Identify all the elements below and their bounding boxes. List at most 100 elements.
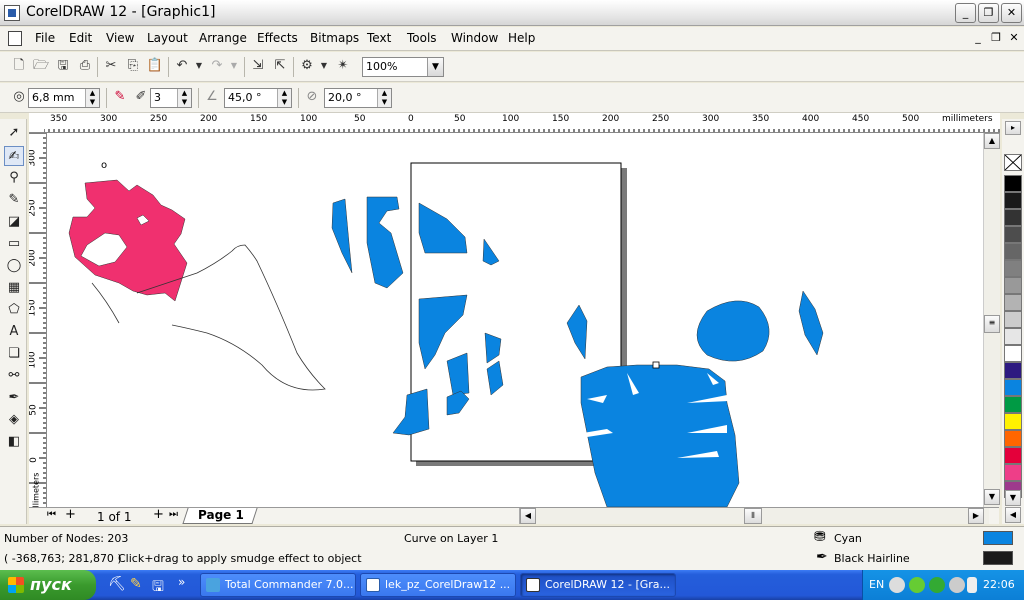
no-fill-swatch[interactable] — [1004, 154, 1022, 171]
freehand-tool-icon[interactable]: ✎ — [4, 190, 24, 210]
menu-window[interactable]: Window — [451, 31, 498, 45]
close-button[interactable]: ✕ — [1001, 3, 1022, 23]
print-icon[interactable]: ⎙ — [76, 57, 94, 75]
fill-color-swatch[interactable] — [983, 531, 1013, 545]
palette-swatch[interactable] — [1004, 260, 1022, 277]
scroll-up-icon[interactable]: ▲ — [984, 133, 1000, 149]
scroll-thumb[interactable]: ≡ — [984, 315, 1000, 333]
import-icon[interactable]: ⇲ — [249, 57, 267, 75]
pick-tool-icon[interactable]: ➚ — [4, 123, 24, 143]
export-icon[interactable]: ⇱ — [271, 57, 289, 75]
last-page-icon[interactable]: ⏭ — [169, 509, 178, 520]
taskbar-item-word[interactable]: lek_pz_CorelDraw12 ... — [360, 573, 516, 597]
start-button[interactable]: пуск — [0, 570, 96, 600]
palette-swatch[interactable] — [1004, 379, 1022, 396]
acrobat-quicklaunch-icon[interactable]: ⛏ — [108, 576, 126, 592]
network-icon[interactable] — [909, 577, 925, 593]
palette-scroll-down-icon[interactable]: ▼ — [1005, 490, 1021, 506]
save-icon[interactable]: 🖫 — [54, 57, 72, 75]
rectangle-tool-icon[interactable]: ▭ — [4, 234, 24, 254]
menu-tools[interactable]: Tools — [407, 31, 437, 45]
pressure-spinner[interactable]: ▲ ▼ — [177, 89, 191, 107]
notes-quicklaunch-icon[interactable]: ✎ — [130, 576, 142, 592]
menu-text[interactable]: Text — [367, 31, 391, 45]
palette-menu-icon[interactable]: ▸ — [1005, 121, 1021, 135]
volume-icon[interactable] — [949, 577, 965, 593]
scroll-down-icon[interactable]: ▼ — [984, 489, 1000, 505]
selection-node-handle[interactable] — [652, 361, 660, 369]
menu-help[interactable]: Help — [508, 31, 535, 45]
palette-swatch[interactable] — [1004, 175, 1022, 192]
pressure-field[interactable]: 3 ▲ ▼ — [150, 88, 192, 108]
antivirus-icon[interactable] — [929, 577, 945, 593]
redo-icon[interactable]: ↷ — [208, 57, 226, 75]
cut-icon[interactable]: ✂ — [102, 57, 120, 75]
palette-swatch[interactable] — [1004, 226, 1022, 243]
palette-swatch[interactable] — [1004, 192, 1022, 209]
taskbar-item-coreldraw[interactable]: CorelDRAW 12 - [Gra... — [520, 573, 676, 597]
redo-dropdown-icon[interactable]: ▼ — [225, 57, 243, 75]
fixation-field[interactable]: 20,0 ° ▲ ▼ — [324, 88, 392, 108]
angle-spinner[interactable]: ▲ ▼ — [277, 89, 291, 107]
add-page-before-icon[interactable]: + — [65, 507, 76, 522]
menu-edit[interactable]: Edit — [69, 31, 92, 45]
mdi-close-button[interactable]: ✕ — [1006, 30, 1022, 46]
zoom-tool-icon[interactable]: ⚲ — [4, 168, 24, 188]
paste-icon[interactable]: 📋 — [146, 57, 164, 75]
minimize-button[interactable]: _ — [955, 3, 976, 23]
pressure-pen-icon[interactable]: ✎ — [111, 88, 129, 106]
palette-swatch[interactable] — [1004, 362, 1022, 379]
chevron-down-icon[interactable]: ▼ — [427, 58, 443, 76]
palette-swatch[interactable] — [1004, 294, 1022, 311]
palette-swatch[interactable] — [1004, 464, 1022, 481]
zoom-level-combo[interactable]: 100% ▼ — [362, 57, 444, 77]
eyedropper-tool-icon[interactable]: ⚯ — [4, 366, 24, 386]
first-page-icon[interactable]: ⏮ — [47, 509, 56, 520]
blue-crescent-shape[interactable] — [798, 290, 824, 356]
blue-body-shape[interactable] — [580, 364, 740, 507]
coreldraw-app-icon[interactable] — [4, 5, 20, 21]
palette-swatch[interactable] — [1004, 311, 1022, 328]
pink-shape[interactable] — [68, 179, 188, 302]
copy-icon[interactable]: ⎘ — [124, 57, 142, 75]
palette-swatch[interactable] — [1004, 277, 1022, 294]
mdi-restore-button[interactable]: ❐ — [988, 30, 1004, 46]
corel-online-icon[interactable]: ✴ — [334, 57, 352, 75]
nib-size-spinner[interactable]: ▲ ▼ — [85, 89, 99, 107]
open-icon[interactable]: 🗁 — [32, 57, 50, 75]
tray-arrow-icon[interactable] — [889, 577, 905, 593]
palette-swatch[interactable] — [1004, 209, 1022, 226]
horizontal-scrollbar[interactable]: ◀ ⦀ ▶ — [519, 508, 989, 524]
menu-layout[interactable]: Layout — [147, 31, 188, 45]
blue-fragment[interactable] — [331, 198, 353, 274]
launcher-dropdown-icon[interactable]: ▼ — [315, 57, 333, 75]
horizontal-scroll-thumb[interactable]: ⦀ — [744, 508, 762, 524]
save-quicklaunch-icon[interactable]: 🖫 — [152, 576, 164, 600]
scroll-left-icon[interactable]: ◀ — [520, 508, 536, 524]
basic-shapes-tool-icon[interactable]: ⬠ — [4, 300, 24, 320]
horizontal-ruler[interactable]: 350 300 250 200 150 100 50 0 50 100 150 … — [44, 113, 1000, 133]
palette-swatch[interactable] — [1004, 328, 1022, 345]
graph-paper-tool-icon[interactable]: ▦ — [4, 278, 24, 298]
menu-arrange[interactable]: Arrange — [199, 31, 247, 45]
nib-size-field[interactable]: 6,8 mm ▲ ▼ — [28, 88, 100, 108]
vertical-scrollbar[interactable]: ▲ ≡ ▼ — [983, 133, 1000, 507]
palette-swatch[interactable] — [1004, 413, 1022, 430]
quicklaunch-more-icon[interactable]: » — [178, 575, 185, 589]
undo-dropdown-icon[interactable]: ▼ — [190, 57, 208, 75]
drawing-canvas[interactable]: o — [47, 133, 983, 507]
menu-view[interactable]: View — [106, 31, 134, 45]
ruler-origin[interactable] — [29, 113, 45, 133]
palette-swatch[interactable] — [1004, 396, 1022, 413]
new-document-icon[interactable]: 🗋 — [10, 57, 28, 75]
fixation-spinner[interactable]: ▲ ▼ — [377, 89, 391, 107]
usb-icon[interactable] — [967, 577, 977, 593]
interactive-fill-tool-icon[interactable]: ◧ — [4, 432, 24, 452]
palette-swatch[interactable] — [1004, 447, 1022, 464]
ellipse-tool-icon[interactable]: ◯ — [4, 256, 24, 276]
menu-effects[interactable]: Effects — [257, 31, 298, 45]
palette-expand-icon[interactable]: ◀ — [1005, 507, 1021, 523]
outline-tool-icon[interactable]: ✒ — [4, 388, 24, 408]
menu-file[interactable]: File — [35, 31, 55, 45]
vertical-ruler[interactable]: 300 250 200 150 100 50 0 millimeters — [29, 133, 47, 507]
